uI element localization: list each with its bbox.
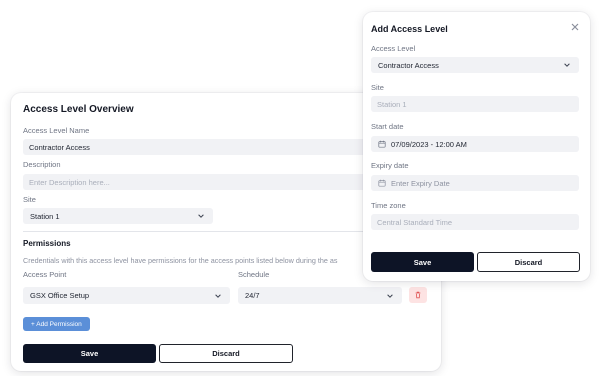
modal-site-label: Site: [371, 83, 384, 92]
schedule-select[interactable]: 24/7: [238, 287, 402, 304]
modal-title: Add Access Level: [371, 24, 448, 34]
expiry-date-placeholder: Enter Expiry Date: [391, 178, 450, 188]
access-level-select[interactable]: Contractor Access: [371, 57, 579, 73]
calendar-icon: [378, 140, 386, 148]
start-date-label: Start date: [371, 122, 404, 131]
schedule-value: 24/7: [245, 291, 260, 300]
site-value: Station 1: [30, 211, 60, 221]
access-point-label: Access Point: [23, 270, 67, 279]
site-select[interactable]: Station 1: [23, 208, 213, 224]
trash-icon: [415, 291, 421, 299]
description-label: Description: [23, 160, 61, 169]
overview-title: Access Level Overview: [23, 104, 134, 115]
time-zone-input[interactable]: Central Standard Time: [371, 214, 579, 230]
time-zone-label: Time zone: [371, 201, 406, 210]
access-point-value: GSX Office Setup: [30, 291, 90, 300]
modal-discard-button[interactable]: Discard: [477, 252, 580, 272]
access-level-value: Contractor Access: [378, 60, 439, 70]
chevron-down-icon: [198, 214, 204, 218]
permissions-description: Credentials with this access level have …: [23, 256, 338, 265]
discard-button[interactable]: Discard: [159, 344, 293, 363]
delete-permission-button[interactable]: [409, 287, 427, 303]
save-button[interactable]: Save: [23, 344, 156, 363]
access-level-label: Access Level: [371, 44, 416, 53]
modal-save-button[interactable]: Save: [371, 252, 474, 272]
start-date-value: 07/09/2023 - 12:00 AM: [391, 139, 467, 149]
access-level-name-label: Access Level Name: [23, 126, 90, 135]
site-label: Site: [23, 195, 36, 204]
expiry-date-input[interactable]: Enter Expiry Date: [371, 175, 579, 191]
chevron-down-icon: [215, 293, 221, 298]
close-icon[interactable]: [570, 22, 580, 32]
modal-site-input[interactable]: Station 1: [371, 96, 579, 112]
chevron-down-icon: [564, 63, 570, 67]
time-zone-placeholder: Central Standard Time: [377, 217, 453, 227]
access-level-name-value: Contractor Access: [29, 142, 90, 152]
modal-site-placeholder: Station 1: [377, 99, 407, 109]
description-placeholder: Enter Description here...: [29, 177, 110, 187]
schedule-label: Schedule: [238, 270, 270, 279]
chevron-down-icon: [387, 293, 393, 298]
add-permission-button[interactable]: + Add Permission: [23, 317, 90, 331]
expiry-date-label: Expiry date: [371, 161, 409, 170]
add-access-level-modal: Add Access Level Access Level Contractor…: [363, 12, 590, 281]
access-point-select[interactable]: GSX Office Setup: [23, 287, 230, 304]
start-date-input[interactable]: 07/09/2023 - 12:00 AM: [371, 136, 579, 152]
permissions-title: Permissions: [23, 239, 71, 248]
calendar-icon: [378, 179, 386, 187]
